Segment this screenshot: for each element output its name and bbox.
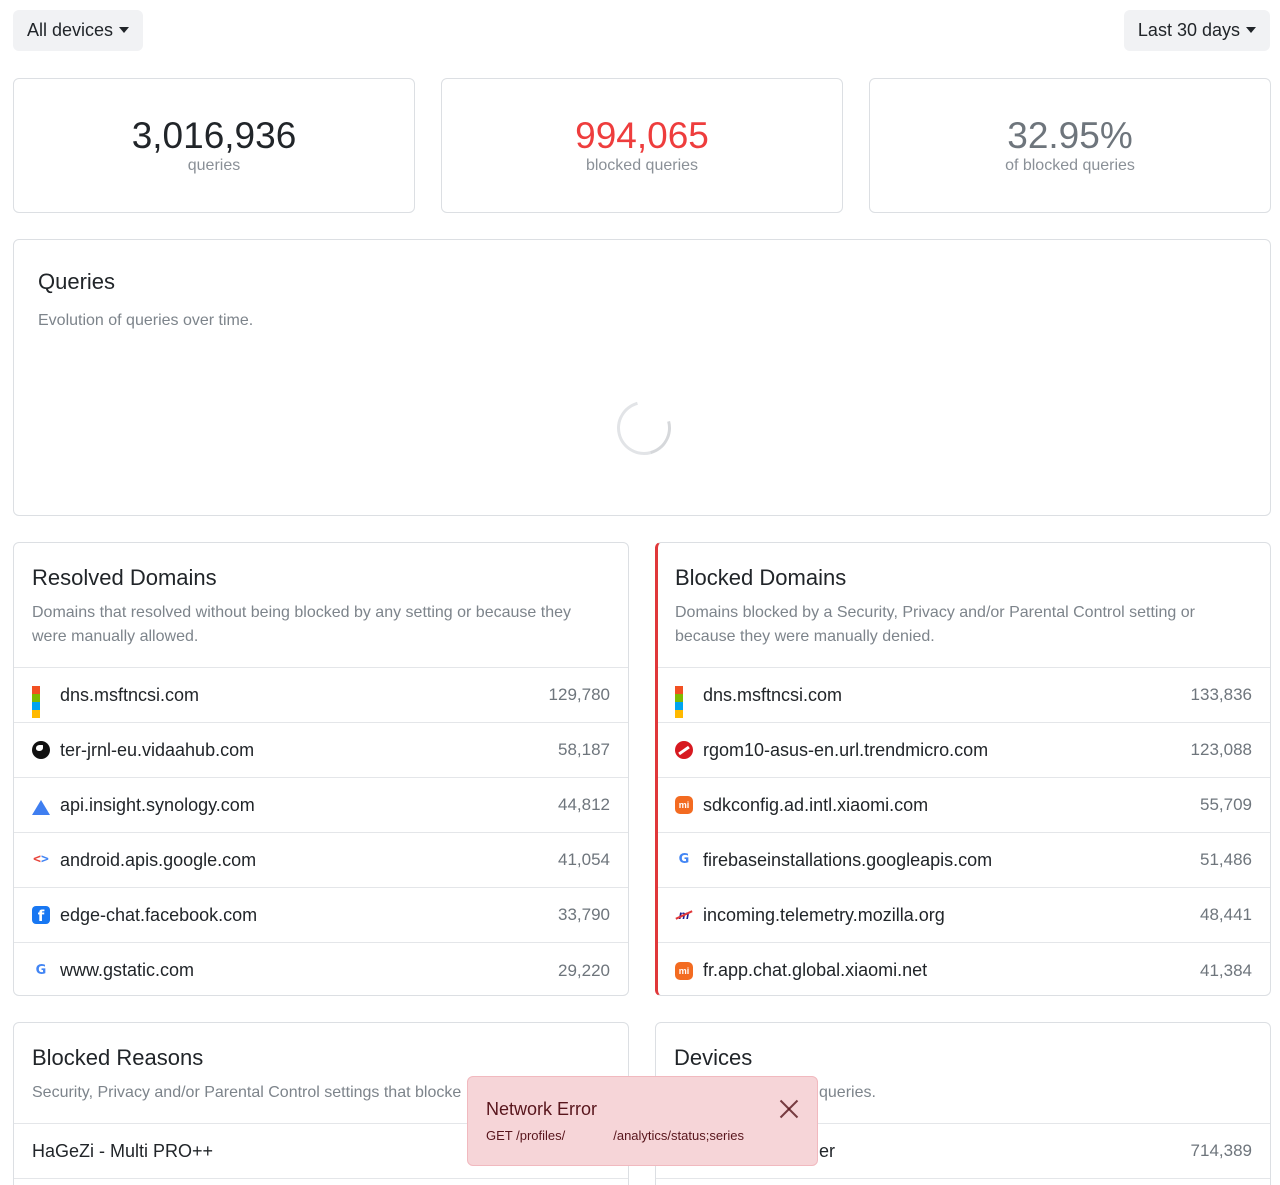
domain-name: api.insight.synology.com <box>60 794 255 815</box>
query-count: 58,187 <box>558 740 610 759</box>
caret-down-icon <box>1246 27 1256 33</box>
list-item[interactable]: rgom10-asus-en.url.trendmicro.com 123,08… <box>658 723 1270 778</box>
list-item[interactable]: dns.msftncsi.com 129,780 <box>14 668 628 723</box>
domain-name: ter-jrnl-eu.vidaahub.com <box>60 739 255 760</box>
domain-name: sdkconfig.ad.intl.xiaomi.com <box>703 794 929 815</box>
query-count: 714,389 <box>1190 1141 1252 1160</box>
stat-value: 32.95% <box>1007 115 1133 156</box>
xiaomi-icon: mi <box>675 961 693 980</box>
loading-spinner-icon <box>607 391 681 465</box>
query-count: 48,441 <box>1200 905 1252 924</box>
domain-name: edge-chat.facebook.com <box>60 904 258 925</box>
query-count: 123,088 <box>1190 740 1252 759</box>
close-icon[interactable] <box>779 1099 799 1119</box>
domain-name: firebaseinstallations.googleapis.com <box>703 849 993 870</box>
domain-name: dns.msftncsi.com <box>703 684 843 705</box>
domain-name: www.gstatic.com <box>60 960 195 980</box>
mozilla-icon: m <box>675 906 693 924</box>
toast-message-prefix: GET /profiles/ <box>486 1128 566 1143</box>
query-count: 29,220 <box>558 960 610 980</box>
list-item[interactable]: ter-jrnl-eu.vidaahub.com 58,187 <box>14 723 628 778</box>
devices-dropdown-label: All devices <box>27 20 114 40</box>
google-icon: G <box>678 852 690 867</box>
query-count: 51,486 <box>1200 850 1252 869</box>
list-item[interactable]: f edge-chat.facebook.com 33,790 <box>14 888 628 943</box>
stat-label: of blocked queries <box>1005 157 1135 174</box>
list-item[interactable]: mi fr.app.chat.global.xiaomi.net 41,384 <box>658 943 1270 995</box>
card-title: Queries <box>38 269 116 294</box>
list-item[interactable]: m incoming.telemetry.mozilla.org 48,441 <box>658 888 1270 943</box>
stat-blocked-ratio: 32.95% of blocked queries <box>869 78 1271 213</box>
queries-card: Queries Evolution of queries over time. <box>13 239 1271 516</box>
google-icon: G <box>35 962 47 978</box>
date-range-dropdown[interactable]: Last 30 days <box>1123 10 1270 51</box>
query-count: 55,709 <box>1200 795 1252 814</box>
card-title: Blocked Reasons <box>32 1045 204 1070</box>
trendmicro-icon <box>675 741 693 759</box>
card-subtitle: Domains blocked by a Security, Privacy a… <box>675 604 1195 645</box>
blocked-domains-card: Blocked Domains Domains blocked by a Sec… <box>655 542 1271 996</box>
microsoft-icon <box>675 686 693 718</box>
stat-label: blocked queries <box>585 157 699 174</box>
error-toast: Network Error GET /profiles/ /analytics/s… <box>467 1076 818 1166</box>
domain-name: android.apis.google.com <box>60 849 257 870</box>
google-developers-icon: <> <box>33 852 49 867</box>
list-item[interactable]: api.insight.synology.com 44,812 <box>14 778 628 833</box>
caret-down-icon <box>119 27 130 33</box>
card-subtitle: Evolution of queries over time. <box>38 312 254 329</box>
query-count: 33,790 <box>558 905 610 924</box>
synology-icon <box>32 797 50 815</box>
xiaomi-icon: mi <box>675 796 693 814</box>
date-range-label: Last 30 days <box>1137 20 1240 40</box>
stat-label: queries <box>187 157 241 174</box>
stat-total-queries: 3,016,936 queries <box>13 78 415 213</box>
domain-name: incoming.telemetry.mozilla.org <box>703 904 945 925</box>
query-count: 41,384 <box>1200 960 1252 980</box>
toast-message-suffix: /analytics/status;series <box>613 1128 745 1143</box>
domain-name: fr.app.chat.global.xiaomi.net <box>703 960 928 980</box>
card-subtitle: Domains that resolved without being bloc… <box>32 604 571 645</box>
list-item[interactable]: mi sdkconfig.ad.intl.xiaomi.com 55,709 <box>658 778 1270 833</box>
query-count: 41,054 <box>558 850 610 869</box>
query-count: 129,780 <box>548 685 610 704</box>
stat-value: 3,016,936 <box>131 115 297 156</box>
card-title: Devices <box>674 1045 753 1070</box>
devices-dropdown[interactable]: All devices <box>13 10 144 51</box>
list-item[interactable]: G firebaseinstallations.googleapis.com 5… <box>658 833 1270 888</box>
list-item[interactable]: dns.msftncsi.com 133,836 <box>658 668 1270 723</box>
toast-title: Network Error <box>486 1099 598 1119</box>
domain-name: rgom10-asus-en.url.trendmicro.com <box>703 739 989 760</box>
domain-name: dns.msftncsi.com <box>60 684 200 705</box>
facebook-icon: f <box>32 906 50 925</box>
globe-icon <box>32 741 50 759</box>
resolved-domains-card: Resolved Domains Domains that resolved w… <box>13 542 629 996</box>
card-title: Resolved Domains <box>32 565 217 590</box>
toast-message: GET /profiles/ /analytics/status;series <box>486 1128 799 1143</box>
list-item[interactable]: <> android.apis.google.com 41,054 <box>14 833 628 888</box>
query-count: 44,812 <box>558 795 610 814</box>
query-count: 133,836 <box>1190 685 1252 704</box>
card-title: Blocked Domains <box>675 565 847 590</box>
stat-blocked-queries: 994,065 blocked queries <box>441 78 843 213</box>
stat-value: 994,065 <box>575 115 709 156</box>
microsoft-icon <box>32 686 50 718</box>
list-item[interactable]: G www.gstatic.com 29,220 <box>14 943 628 995</box>
